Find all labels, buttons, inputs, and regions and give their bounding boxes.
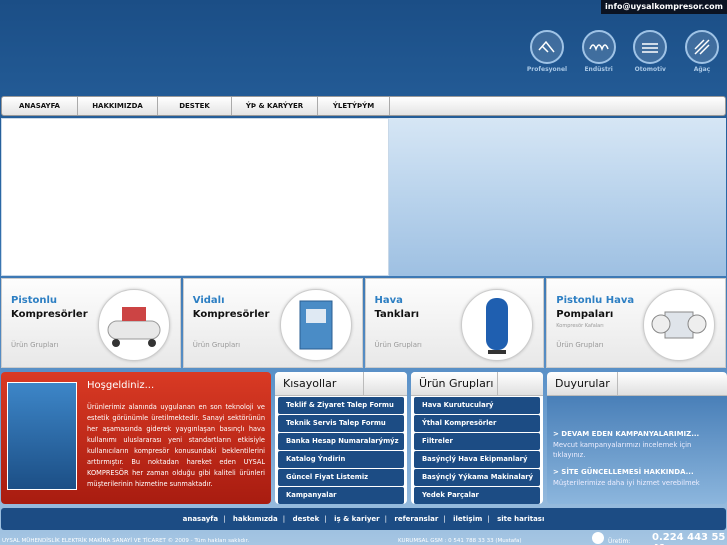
- product-groups-tab: [497, 372, 533, 396]
- shortcut-item[interactable]: Güncel Fiyat Listemiz: [278, 469, 404, 486]
- professional-link[interactable]: Profesyonel: [522, 30, 572, 80]
- welcome-text: Ürünlerimiz alanında uygulanan en son te…: [87, 403, 265, 488]
- product-title-1: Pistonlu: [11, 295, 58, 306]
- sector-icons: Profesyonel Endüstri Otomotiv Ağaç: [522, 30, 727, 80]
- product-group-item[interactable]: Basýnçlý Hava Ekipmanlarý: [414, 451, 540, 468]
- shortcuts-title: Kısayollar: [283, 377, 337, 390]
- professional-icon: [530, 30, 564, 64]
- product-row: Pistonlu Kompresörler Ürün Grupları Vida…: [1, 278, 726, 368]
- air-tank-image: [461, 289, 534, 361]
- industry-link[interactable]: Endüstri: [574, 30, 624, 80]
- product-group-item[interactable]: Filtreler: [414, 433, 540, 450]
- footer-link-contact[interactable]: iletişim: [453, 515, 482, 523]
- industry-icon: [581, 30, 616, 64]
- shortcut-item[interactable]: Katalog Ýndirin: [278, 451, 404, 468]
- product-title-1: Vidalı: [192, 295, 225, 306]
- hero-banner: [1, 118, 726, 276]
- product-groups-header: Ürün Grupları: [411, 372, 543, 396]
- shortcut-item[interactable]: Teklif & Ziyaret Talep Formu: [278, 397, 404, 414]
- product-piston-compressors[interactable]: Pistonlu Kompresörler Ürün Grupları: [1, 278, 181, 368]
- announcements-header: Duyurular: [547, 372, 727, 396]
- product-group-item[interactable]: Ýthal Kompresörler: [414, 415, 540, 432]
- production-label: Üretim:: [608, 538, 631, 545]
- announcement-body[interactable]: Mevcut kampanyalarımızı incelemek için t…: [553, 440, 723, 460]
- footer-link-about[interactable]: hakkımızda: [233, 515, 278, 523]
- wood-link[interactable]: Ağaç: [677, 30, 727, 80]
- pump-head-image: [643, 289, 715, 361]
- copyright: UYSAL MÜHENDİSLİK ELEKTRİK MAKİNA SANAYİ…: [2, 538, 250, 544]
- footer-links: anasayfa | hakkımızda | destek | iş & kariy…: [1, 508, 726, 530]
- product-groups-panel: Ürün Grupları Hava Kurutucularý Ýthal Ko…: [411, 372, 543, 504]
- announcements-tab: [617, 372, 727, 396]
- product-sub: Ürün Grupları: [374, 341, 422, 349]
- product-sub: Ürün Grupları: [192, 341, 241, 349]
- footer-link-support[interactable]: destek: [293, 515, 320, 523]
- nav-home[interactable]: ANASAYFA: [2, 97, 78, 115]
- automotive-link[interactable]: Otomotiv: [625, 30, 675, 80]
- product-groups-title: Ürün Grupları: [419, 377, 494, 390]
- welcome-title: Hoşgeldiniz...: [87, 380, 155, 391]
- bottom-bar: UYSAL MÜHENDİSLİK ELEKTRİK MAKİNA SANAYİ…: [0, 532, 727, 545]
- corporate-gsm: KURUMSAL GSM : 0 541 788 33 33 (Mustafa): [398, 538, 522, 544]
- announcement-body: Müşterilerimize daha iyi hizmet verebilm…: [553, 479, 700, 487]
- phone-icon: [592, 532, 604, 544]
- shortcuts-tab: [363, 372, 399, 396]
- product-title-2: Tankları: [374, 309, 420, 320]
- header-email[interactable]: info@uysalkompresor.com: [601, 0, 727, 14]
- shortcut-item[interactable]: Banka Hesap Numaralarýmýz: [278, 433, 404, 450]
- product-title-2: Pompaları: [556, 309, 614, 320]
- industry-label: Endüstri: [584, 66, 613, 73]
- product-air-tanks[interactable]: Hava Tankları Ürün Grupları: [364, 278, 545, 368]
- footer-separator: |: [324, 515, 327, 523]
- main-nav: ANASAYFA HAKKIMIZDA DESTEK ÝÞ & KARÝYER …: [1, 96, 726, 116]
- product-screw-compressors[interactable]: Vidalı Kompresörler Ürün Grupları: [182, 278, 363, 368]
- shortcuts-header: Kısayollar: [275, 372, 407, 396]
- nav-about[interactable]: HAKKIMIZDA: [78, 97, 158, 115]
- announcement-title[interactable]: > DEVAM EDEN KAMPANYALARIMIZ...: [553, 430, 727, 438]
- footer-link-home[interactable]: anasayfa: [183, 515, 218, 523]
- automotive-icon: [633, 30, 668, 64]
- welcome-compressor-image: [7, 382, 77, 490]
- shortcut-item[interactable]: Teknik Servis Talep Formu: [278, 415, 404, 432]
- product-group-item[interactable]: Basýnçlý Yýkama Makinalarý: [414, 469, 540, 486]
- footer-separator: |: [282, 515, 286, 523]
- product-piston-pumps[interactable]: Pistonlu Hava Pompaları Kompresör Kafala…: [546, 278, 726, 368]
- wood-icon: [684, 30, 719, 64]
- product-title-2: Kompresörler: [192, 309, 270, 320]
- shortcuts-panel: Kısayollar Teklif & Ziyaret Talep Formu …: [275, 372, 407, 504]
- footer-separator: |: [487, 515, 490, 523]
- footer-separator: |: [443, 515, 446, 523]
- announcements-panel: Duyurular > DEVAM EDEN KAMPANYALARIMIZ..…: [547, 372, 727, 504]
- hero-image-area: [1, 118, 389, 276]
- footer-separator: |: [384, 515, 387, 523]
- footer-separator: |: [223, 515, 226, 523]
- product-sub: Ürün Grupları: [11, 341, 59, 349]
- product-group-item[interactable]: Yedek Parçalar: [414, 487, 540, 504]
- announcement-title[interactable]: > SİTE GÜNCELLEMESİ HAKKINDA...: [553, 468, 727, 476]
- product-sub: Ürün Grupları: [556, 341, 604, 349]
- phone-number: 0.224 443 55 41: [652, 532, 726, 545]
- nav-support[interactable]: DESTEK: [158, 97, 232, 115]
- footer-link-references[interactable]: referanslar: [394, 515, 438, 523]
- product-title-3: Kompresör Kafaları: [556, 323, 604, 329]
- product-group-item[interactable]: Hava Kurutucularý: [414, 397, 540, 414]
- piston-compressor-image: [97, 289, 170, 361]
- professional-label: Profesyonel: [526, 66, 568, 73]
- footer-link-career[interactable]: iş & kariyer: [334, 515, 380, 523]
- welcome-panel: Hoşgeldiniz... Ürünlerimiz alanında uygu…: [1, 372, 271, 504]
- nav-career[interactable]: ÝÞ & KARÝYER: [232, 97, 318, 115]
- footer-link-sitemap[interactable]: site haritası: [497, 515, 544, 523]
- shortcut-item[interactable]: Kampanyalar: [278, 487, 404, 504]
- screw-compressor-image: [279, 289, 352, 361]
- product-title-1: Pistonlu Hava: [556, 295, 635, 306]
- announcements-title: Duyurular: [555, 377, 610, 390]
- nav-contact[interactable]: ÝLETÝÞÝM: [318, 97, 390, 115]
- product-title-1: Hava: [374, 295, 403, 306]
- wood-label: Ağaç: [693, 66, 711, 73]
- product-title-2: Kompresörler: [11, 309, 88, 320]
- automotive-label: Otomotiv: [634, 66, 666, 73]
